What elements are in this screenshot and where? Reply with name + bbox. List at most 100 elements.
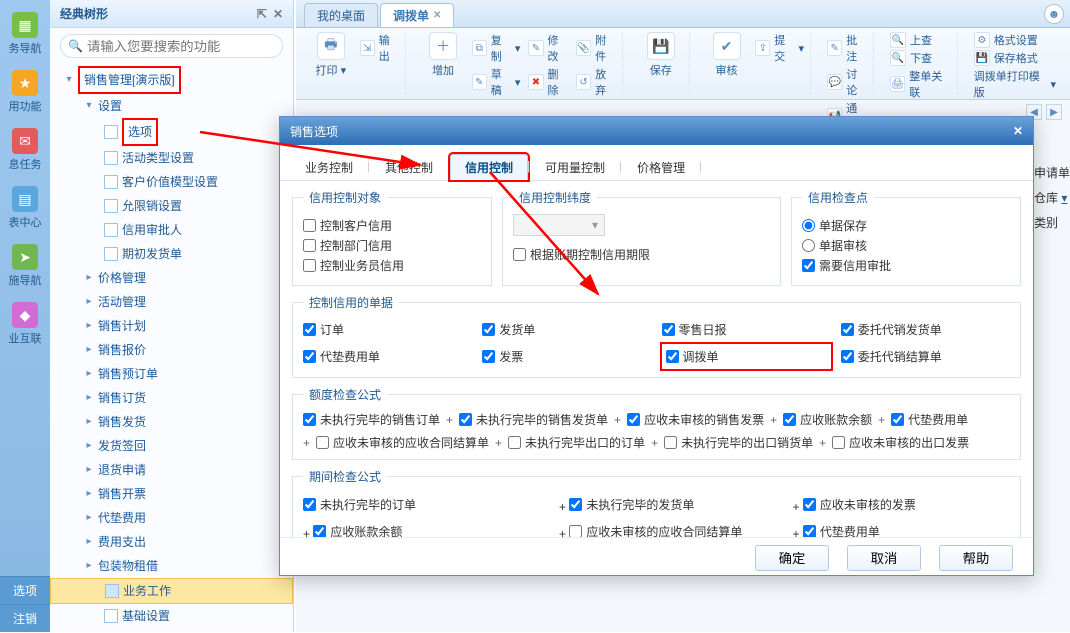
cb-ship[interactable]: 发货单 bbox=[482, 321, 651, 338]
cb-fee[interactable]: 代垫费用单 bbox=[303, 346, 472, 367]
pin-icon[interactable]: ⇱ bbox=[257, 7, 267, 21]
dim-select[interactable] bbox=[513, 214, 605, 236]
tree-leaf[interactable]: 信用审批人 bbox=[50, 218, 293, 242]
cb-need-approve[interactable]: 需要信用审批 bbox=[802, 257, 1010, 274]
tree: ▾销售管理[演示版] ▾设置 选项 活动类型设置 客户价值模型设置 允限销设置 … bbox=[50, 64, 293, 628]
tree-branch[interactable]: ▸包装物租借 bbox=[50, 554, 293, 578]
page-next[interactable]: ▶ bbox=[1046, 104, 1062, 120]
dtab-price[interactable]: 价格管理| bbox=[622, 154, 700, 180]
tree-branch[interactable]: ▸销售开票 bbox=[50, 482, 293, 506]
tree-basesetting[interactable]: 基础设置 bbox=[50, 604, 293, 628]
search-input[interactable] bbox=[60, 34, 283, 58]
abandon-button[interactable]: ↺放弃 bbox=[576, 66, 616, 98]
form-side-labels: 申请单号 仓库 ▾ 类别 bbox=[1034, 134, 1070, 237]
cb-transfer[interactable]: 调拨单 bbox=[666, 348, 719, 365]
tree-branch[interactable]: ▸活动管理 bbox=[50, 290, 293, 314]
rail-nav[interactable]: ▦务导航 bbox=[4, 6, 46, 62]
submit-button[interactable]: ⇪提交 ▾ bbox=[755, 32, 804, 64]
template-button[interactable]: 调拨单打印模版 ▾ bbox=[974, 68, 1056, 100]
rail-center[interactable]: ▤表中心 bbox=[4, 180, 46, 236]
rail-options[interactable]: 选项 bbox=[0, 576, 50, 604]
lookup-button[interactable]: 🔍上查 bbox=[890, 32, 951, 48]
saveformat-button[interactable]: 💾保存格式 bbox=[974, 50, 1056, 66]
cb-user[interactable]: 控制业务员信用 bbox=[303, 257, 481, 274]
dialog-titlebar: 销售选项 ✕ bbox=[280, 117, 1033, 145]
dialog-footer: 确定 取消 帮助 bbox=[280, 537, 1033, 577]
sec-dimension: 信用控制纬度 根据账期控制信用期限 bbox=[502, 189, 781, 286]
cb-consign-ship[interactable]: 委托代销发货单 bbox=[841, 321, 1010, 338]
rb-save[interactable]: 单据保存 bbox=[802, 217, 1010, 234]
tree-branch[interactable]: ▸销售报价 bbox=[50, 338, 293, 362]
lookdown-button[interactable]: 🔍下查 bbox=[890, 50, 951, 66]
cb-order[interactable]: 订单 bbox=[303, 321, 472, 338]
tree-panel: 经典树形 ⇱✕ 🔍 ▾销售管理[演示版] ▾设置 选项 活动类型设置 客户价值模… bbox=[50, 0, 294, 632]
left-rail: ▦务导航 ★用功能 ✉息任务 ▤表中心 ➤施导航 ◆业互联 选项 注销 bbox=[0, 0, 50, 632]
rail-guide[interactable]: ➤施导航 bbox=[4, 238, 46, 294]
sec-object: 信用控制对象 控制客户信用 控制部门信用 控制业务员信用 bbox=[292, 189, 492, 286]
dtab-biz[interactable]: 业务控制| bbox=[290, 154, 368, 180]
cb-invoice[interactable]: 发票 bbox=[482, 346, 651, 367]
dtab-other[interactable]: 其他控制| bbox=[370, 154, 448, 180]
help-button[interactable]: 帮助 bbox=[939, 545, 1013, 571]
draft-button[interactable]: ✎草稿 ▾ bbox=[472, 66, 521, 98]
tree-branch[interactable]: ▸销售计划 bbox=[50, 314, 293, 338]
tree-branch[interactable]: ▸销售发货 bbox=[50, 410, 293, 434]
cb-dept[interactable]: 控制部门信用 bbox=[303, 237, 481, 254]
ok-button[interactable]: 确定 bbox=[755, 545, 829, 571]
approve-button[interactable]: ✎批注 bbox=[827, 32, 867, 64]
modify-button[interactable]: ✎修改 bbox=[528, 32, 568, 64]
format-button[interactable]: ⚙格式设置 bbox=[974, 32, 1056, 48]
sec-checkpoint: 信用检查点 单据保存 单据审核 需要信用审批 bbox=[791, 189, 1021, 286]
save-button[interactable]: 💾保存 bbox=[639, 32, 683, 78]
tree-branch[interactable]: ▸价格管理 bbox=[50, 266, 293, 290]
tree-root[interactable]: ▾销售管理[演示版] bbox=[50, 66, 293, 94]
tree-branch[interactable]: ▸费用支出 bbox=[50, 530, 293, 554]
rail-func[interactable]: ★用功能 bbox=[4, 64, 46, 120]
dtab-credit[interactable]: 信用控制| bbox=[450, 154, 528, 180]
tree-leaf[interactable]: 允限销设置 bbox=[50, 194, 293, 218]
tree-header: 经典树形 ⇱✕ bbox=[50, 0, 293, 28]
tab-transfer[interactable]: 调拨单✕ bbox=[380, 3, 454, 27]
add-button[interactable]: ＋增加 bbox=[422, 32, 464, 78]
tree-branch[interactable]: ▸销售订货 bbox=[50, 386, 293, 410]
search-icon: 🔍 bbox=[68, 39, 83, 53]
attach-button[interactable]: 📎附件 bbox=[576, 32, 616, 64]
tab-desktop[interactable]: 我的桌面 bbox=[304, 3, 378, 27]
output-button[interactable]: ⇲输出 bbox=[360, 32, 400, 64]
print-button[interactable]: 🖶打印 ▾ bbox=[310, 32, 352, 78]
tree-leaf[interactable]: 活动类型设置 bbox=[50, 146, 293, 170]
dtab-avail[interactable]: 可用量控制| bbox=[530, 154, 620, 180]
tree-settings[interactable]: ▾设置 bbox=[50, 94, 293, 118]
rail-link[interactable]: ◆业互联 bbox=[4, 296, 46, 352]
billrel-button[interactable]: 🖨整单关联 bbox=[890, 68, 951, 100]
discuss-button[interactable]: 💬讨论 bbox=[827, 66, 867, 98]
cb-consign-settle[interactable]: 委托代销结算单 bbox=[841, 346, 1010, 367]
tree-leaf[interactable]: 客户价值模型设置 bbox=[50, 170, 293, 194]
sec-quota-formula: 额度检查公式 未执行完毕的销售订单+ 未执行完毕的销售发货单+ 应收未审核的销售… bbox=[292, 386, 1021, 460]
sec-period-formula: 期间检查公式 未执行完毕的订单 + 未执行完毕的发货单 + 应收未审核的发票 +… bbox=[292, 468, 1021, 537]
cb-period[interactable]: 根据账期控制信用期限 bbox=[513, 246, 770, 263]
tree-branch[interactable]: ▸发货签回 bbox=[50, 434, 293, 458]
tree-options[interactable]: 选项 bbox=[50, 118, 293, 146]
close-icon[interactable]: ✕ bbox=[433, 4, 441, 28]
cancel-button[interactable]: 取消 bbox=[847, 545, 921, 571]
tree-leaf[interactable]: 期初发货单 bbox=[50, 242, 293, 266]
user-icon[interactable]: ☻ bbox=[1044, 4, 1064, 24]
tree-branch[interactable]: ▸销售预订单 bbox=[50, 362, 293, 386]
dialog-close-icon[interactable]: ✕ bbox=[1013, 124, 1023, 138]
sec-docs: 控制信用的单据 订单 发货单 零售日报 委托代销发货单 代垫费用单 发票 调拨单… bbox=[292, 294, 1021, 378]
rail-logout[interactable]: 注销 bbox=[0, 604, 50, 632]
rb-audit[interactable]: 单据审核 bbox=[802, 237, 1010, 254]
cb-retail[interactable]: 零售日报 bbox=[662, 321, 831, 338]
close-panel-icon[interactable]: ✕ bbox=[273, 7, 283, 21]
rail-task[interactable]: ✉息任务 bbox=[4, 122, 46, 178]
doc-tabs: 我的桌面 调拨单✕ bbox=[296, 0, 1070, 28]
tree-bizwork[interactable]: 业务工作 bbox=[50, 578, 293, 604]
delete-button[interactable]: ✖删除 bbox=[528, 66, 568, 98]
copy-button[interactable]: ⧉复制 ▾ bbox=[472, 32, 521, 64]
sales-options-dialog: 销售选项 ✕ 业务控制| 其他控制| 信用控制| 可用量控制| 价格管理| 信用… bbox=[279, 116, 1034, 576]
tree-branch[interactable]: ▸退货申请 bbox=[50, 458, 293, 482]
cb-customer[interactable]: 控制客户信用 bbox=[303, 217, 481, 234]
tree-branch[interactable]: ▸代垫费用 bbox=[50, 506, 293, 530]
audit-button[interactable]: ✔审核 bbox=[706, 32, 748, 78]
